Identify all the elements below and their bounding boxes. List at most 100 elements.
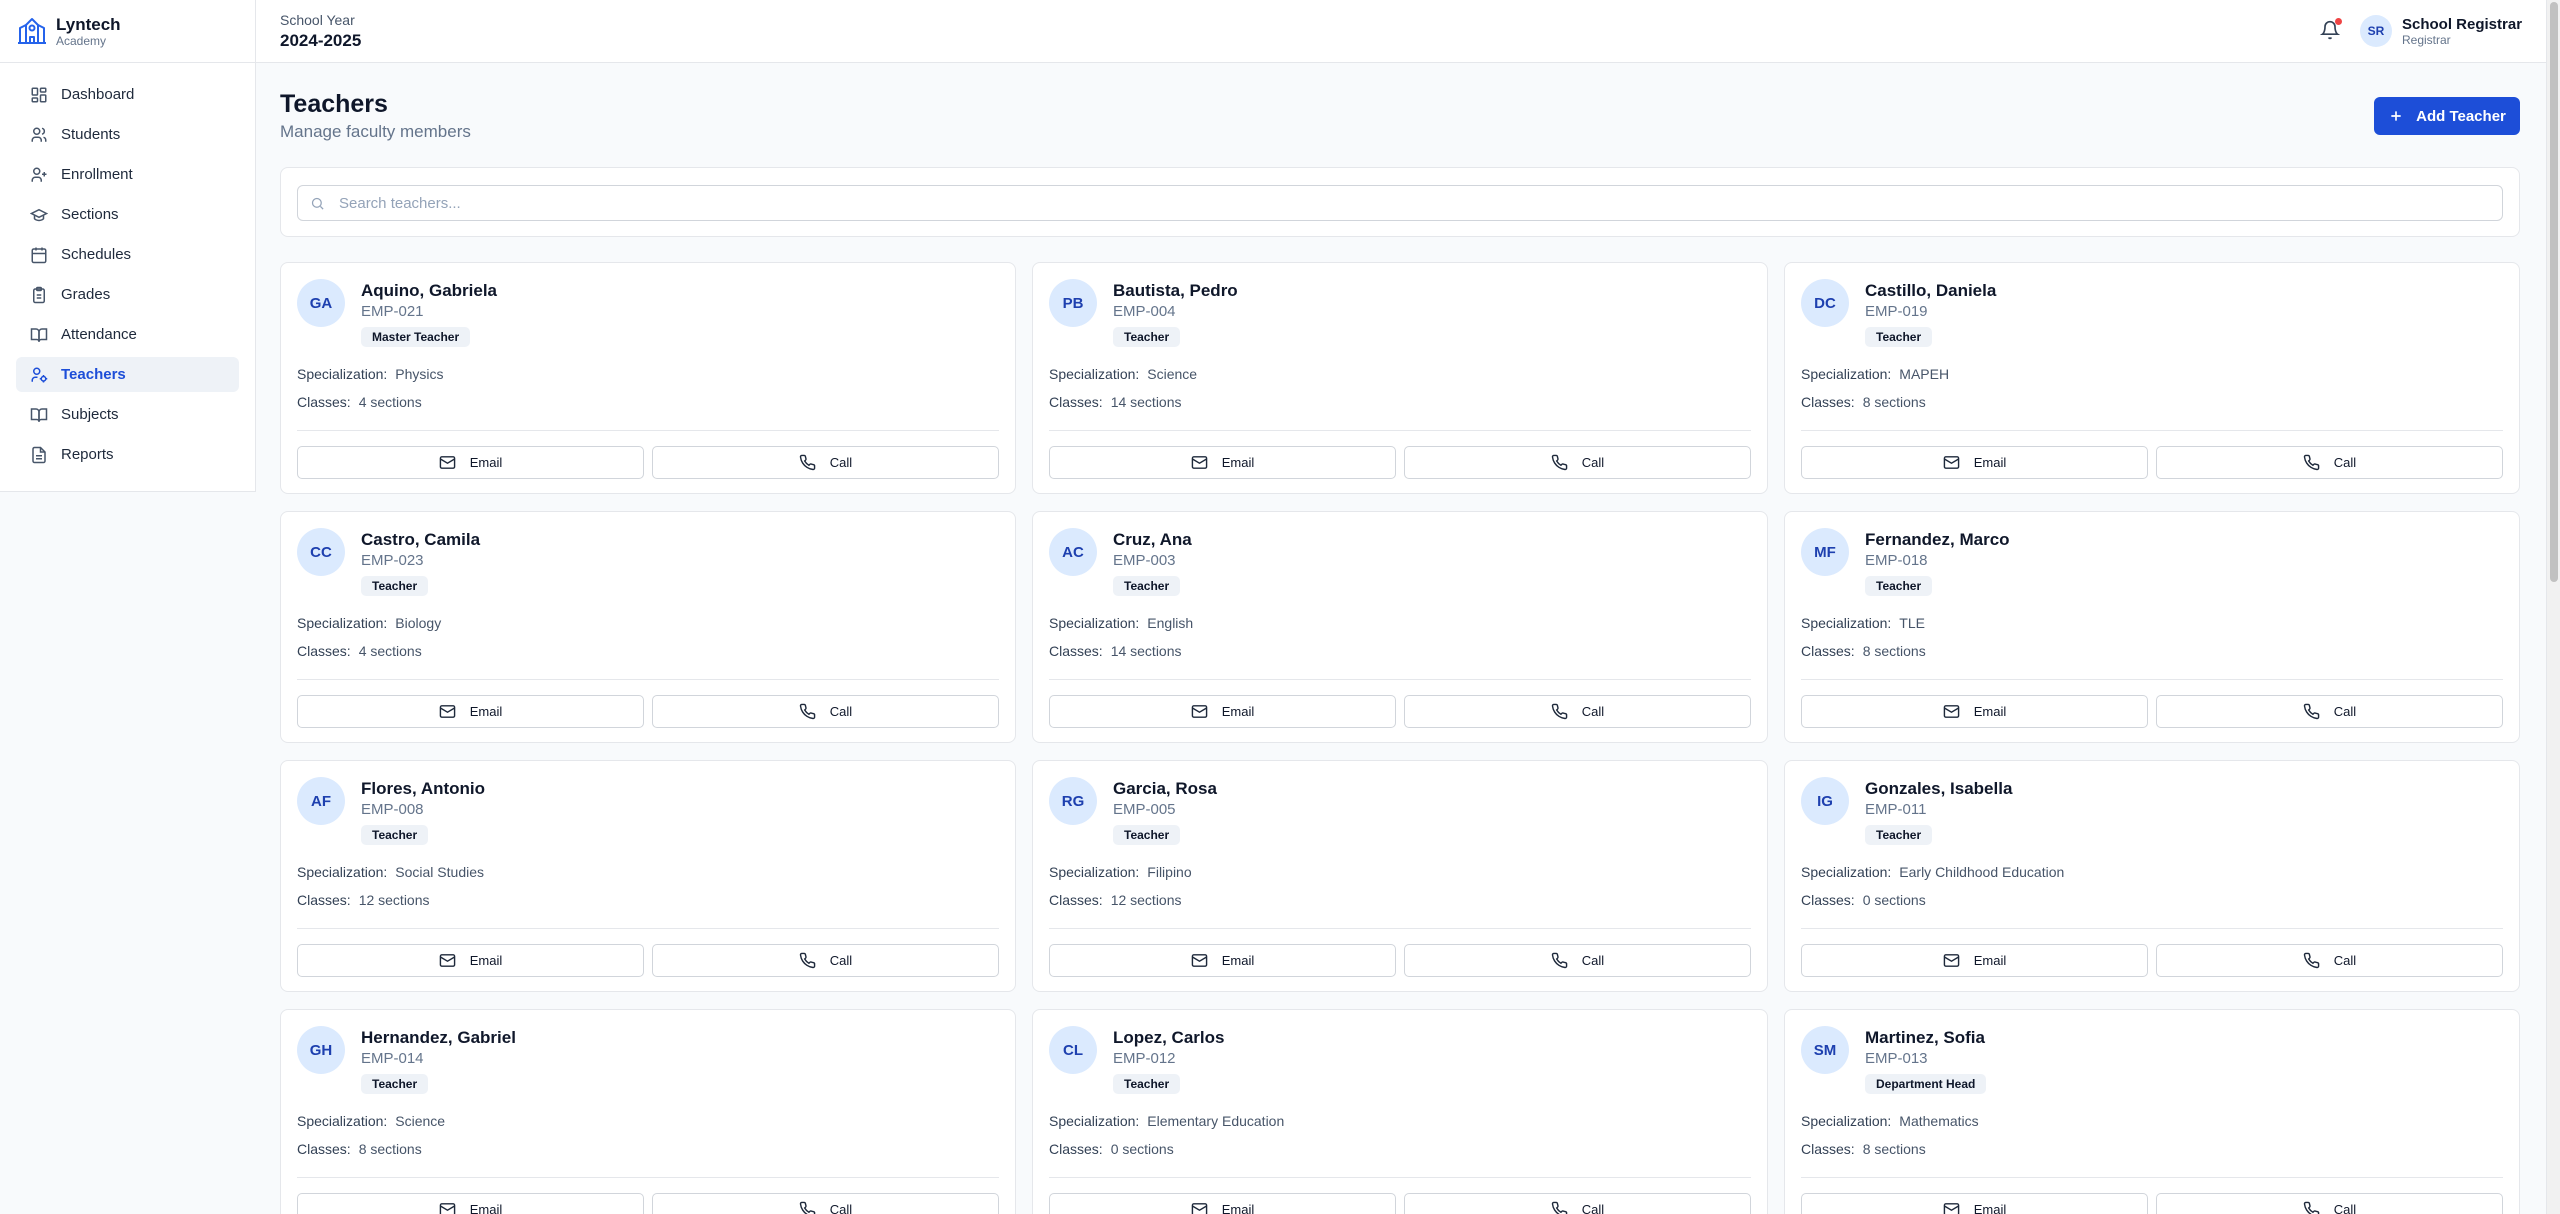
brand[interactable]: Lyntech Academy	[0, 0, 255, 63]
classes-label: Classes:	[1801, 394, 1855, 410]
page-scrollbar[interactable]	[2546, 0, 2560, 1214]
specialization-label: Specialization:	[297, 615, 388, 631]
teacher-employee-id: EMP-018	[1865, 552, 1928, 569]
school-year-value[interactable]: 2024-2025	[280, 31, 361, 51]
email-button[interactable]: Email	[297, 446, 644, 479]
teacher-name: Fernandez, Marco	[1865, 530, 2010, 549]
teacher-employee-id: EMP-023	[361, 552, 424, 569]
classes-row: Classes: 4 sections	[297, 394, 422, 410]
call-button[interactable]: Call	[2156, 695, 2503, 728]
teacher-name: Castillo, Daniela	[1865, 281, 1997, 300]
call-label: Call	[2333, 953, 2357, 968]
sidebar-item-label: Teachers	[61, 366, 126, 383]
classes-value: 0 sections	[1110, 1141, 1174, 1157]
classes-label: Classes:	[297, 394, 351, 410]
specialization-label: Specialization:	[1049, 615, 1140, 631]
call-button[interactable]: Call	[652, 446, 999, 479]
role-badge: Teacher	[1113, 576, 1181, 596]
sidebar-item-students[interactable]: Students	[16, 117, 239, 152]
sidebar-item-sections[interactable]: Sections	[16, 197, 239, 232]
sidebar-item-attendance[interactable]: Attendance	[16, 317, 239, 352]
call-label: Call	[1581, 953, 1605, 968]
email-button[interactable]: Email	[1801, 1193, 2148, 1214]
email-button[interactable]: Email	[1801, 695, 2148, 728]
teacher-avatar: DC	[1801, 279, 1849, 327]
email-button[interactable]: Email	[1801, 446, 2148, 479]
user-menu[interactable]: SR School Registrar Registrar	[2360, 15, 2522, 47]
sidebar-item-reports[interactable]: Reports	[16, 437, 239, 472]
specialization-row: Specialization: Science	[297, 1113, 445, 1129]
card-divider	[1801, 679, 2503, 680]
specialization-label: Specialization:	[297, 366, 388, 382]
call-button[interactable]: Call	[2156, 944, 2503, 977]
teacher-card: SM Martinez, Sofia EMP-013 Department He…	[1784, 1009, 2520, 1214]
search-box[interactable]	[297, 185, 2503, 221]
mail-icon	[1943, 456, 1960, 469]
email-button[interactable]: Email	[297, 1193, 644, 1214]
call-button[interactable]: Call	[2156, 1193, 2503, 1214]
teacher-card: IG Gonzales, Isabella EMP-011 Teacher Sp…	[1784, 760, 2520, 992]
phone-icon	[2303, 454, 2320, 471]
email-button[interactable]: Email	[297, 944, 644, 977]
email-button[interactable]: Email	[1049, 1193, 1396, 1214]
call-button[interactable]: Call	[652, 1193, 999, 1214]
avatar: SR	[2360, 15, 2392, 47]
role-badge: Teacher	[361, 576, 429, 596]
teacher-avatar: AF	[297, 777, 345, 825]
teacher-name: Castro, Camila	[361, 530, 481, 549]
specialization-value: Physics	[395, 366, 444, 382]
sidebar-item-teachers[interactable]: Teachers	[16, 357, 239, 392]
teacher-employee-id: EMP-013	[1865, 1050, 1928, 1067]
specialization-row: Specialization: Social Studies	[297, 864, 484, 880]
brand-subtitle: Academy	[56, 33, 107, 48]
email-button[interactable]: Email	[1801, 944, 2148, 977]
specialization-label: Specialization:	[1801, 1113, 1892, 1129]
sidebar-item-enrollment[interactable]: Enrollment	[16, 157, 239, 192]
email-label: Email	[1221, 704, 1255, 719]
sidebar-item-grades[interactable]: Grades	[16, 277, 239, 312]
teacher-name: Martinez, Sofia	[1865, 1028, 1985, 1047]
scrollbar-thumb[interactable]	[2550, 2, 2558, 582]
call-label: Call	[829, 455, 853, 470]
email-button[interactable]: Email	[1049, 446, 1396, 479]
email-button[interactable]: Email	[1049, 695, 1396, 728]
teacher-employee-id: EMP-008	[361, 801, 424, 818]
sidebar-item-dashboard[interactable]: Dashboard	[16, 77, 239, 112]
call-button[interactable]: Call	[1404, 695, 1751, 728]
teacher-avatar: AC	[1049, 528, 1097, 576]
classes-label: Classes:	[1049, 394, 1103, 410]
graduation-cap-icon	[30, 208, 48, 221]
call-button[interactable]: Call	[652, 695, 999, 728]
teacher-employee-id: EMP-011	[1865, 801, 1927, 818]
mail-icon	[1943, 954, 1960, 967]
email-label: Email	[1221, 1202, 1255, 1214]
classes-label: Classes:	[1049, 1141, 1103, 1157]
notification-button[interactable]	[2319, 18, 2342, 42]
email-label: Email	[1973, 1202, 2007, 1214]
phone-icon	[2303, 952, 2320, 969]
mail-icon	[439, 1203, 456, 1214]
call-button[interactable]: Call	[2156, 446, 2503, 479]
teacher-avatar: CL	[1049, 1026, 1097, 1074]
email-button[interactable]: Email	[297, 695, 644, 728]
add-teacher-button[interactable]: Add Teacher	[2374, 97, 2520, 135]
call-button[interactable]: Call	[1404, 446, 1751, 479]
sidebar-item-schedules[interactable]: Schedules	[16, 237, 239, 272]
card-divider	[1049, 430, 1751, 431]
role-badge: Teacher	[361, 825, 429, 845]
email-button[interactable]: Email	[1049, 944, 1396, 977]
role-badge: Master Teacher	[361, 327, 471, 347]
teacher-employee-id: EMP-004	[1113, 303, 1176, 320]
mail-icon	[1943, 1203, 1960, 1214]
call-button[interactable]: Call	[1404, 944, 1751, 977]
search-input[interactable]	[339, 194, 2439, 212]
teacher-name: Bautista, Pedro	[1113, 281, 1238, 300]
email-label: Email	[1973, 953, 2007, 968]
call-button[interactable]: Call	[652, 944, 999, 977]
phone-icon	[1551, 703, 1568, 720]
call-label: Call	[1581, 455, 1605, 470]
card-divider	[297, 1177, 999, 1178]
call-button[interactable]: Call	[1404, 1193, 1751, 1214]
sidebar-item-subjects[interactable]: Subjects	[16, 397, 239, 432]
school-year-label: School Year	[280, 12, 355, 28]
